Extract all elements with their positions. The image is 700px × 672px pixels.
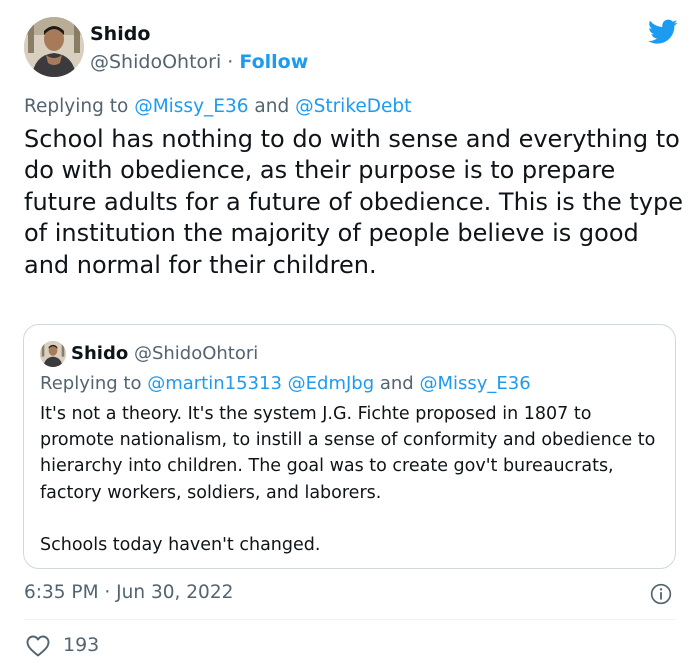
author-handle-line: @ShidoOhtori · Follow — [90, 51, 308, 73]
mention-link[interactable]: @Missy_E36 — [134, 96, 248, 117]
replying-prefix: Replying to — [24, 96, 135, 117]
divider — [24, 619, 676, 620]
handle-separator: · — [221, 51, 240, 73]
quoted-author-handle: @ShidoOhtori — [133, 343, 259, 364]
quoted-text: It's not a theory. It's the system J.G. … — [40, 401, 660, 558]
twitter-bird-icon[interactable] — [648, 19, 678, 45]
quoted-replying-to: Replying to @martin15313 @EdmJbg and @Mi… — [40, 373, 531, 394]
avatar-image — [24, 17, 84, 77]
mention-link[interactable]: @martin15313 — [147, 373, 282, 394]
replying-to: Replying to @Missy_E36 and @StrikeDebt — [24, 96, 411, 117]
mention-link[interactable]: @Missy_E36 — [419, 373, 530, 394]
quoted-header: Shido @ShidoOhtori — [71, 343, 258, 364]
avatar[interactable] — [24, 17, 84, 77]
replying-conjunction: and — [248, 96, 296, 117]
quoted-replying-conjunction: and — [374, 373, 420, 394]
quoted-avatar[interactable] — [40, 341, 66, 367]
quoted-author-name: Shido — [71, 343, 129, 364]
like-count: 193 — [63, 634, 100, 656]
tweet-card: Shido @ShidoOhtori · Follow Replying to … — [0, 0, 700, 672]
heart-icon[interactable] — [26, 635, 50, 657]
author-handle[interactable]: @ShidoOhtori — [90, 51, 221, 73]
quoted-paragraph: It's not a theory. It's the system J.G. … — [40, 404, 656, 503]
info-icon[interactable] — [650, 583, 672, 605]
tweet-text: School has nothing to do with sense and … — [24, 125, 684, 279]
mention-link[interactable]: @StrikeDebt — [295, 96, 411, 117]
mention-link[interactable]: @EdmJbg — [288, 373, 375, 394]
timestamp-link[interactable]: 6:35 PM · Jun 30, 2022 — [24, 582, 233, 603]
quoted-tweet[interactable]: Shido @ShidoOhtori Replying to @martin15… — [23, 324, 676, 569]
author-name[interactable]: Shido — [90, 23, 150, 45]
quoted-paragraph: Schools today haven't changed. — [40, 535, 321, 555]
quoted-avatar-image — [40, 341, 66, 367]
quoted-replying-prefix: Replying to — [40, 373, 148, 394]
follow-button[interactable]: Follow — [239, 51, 308, 73]
